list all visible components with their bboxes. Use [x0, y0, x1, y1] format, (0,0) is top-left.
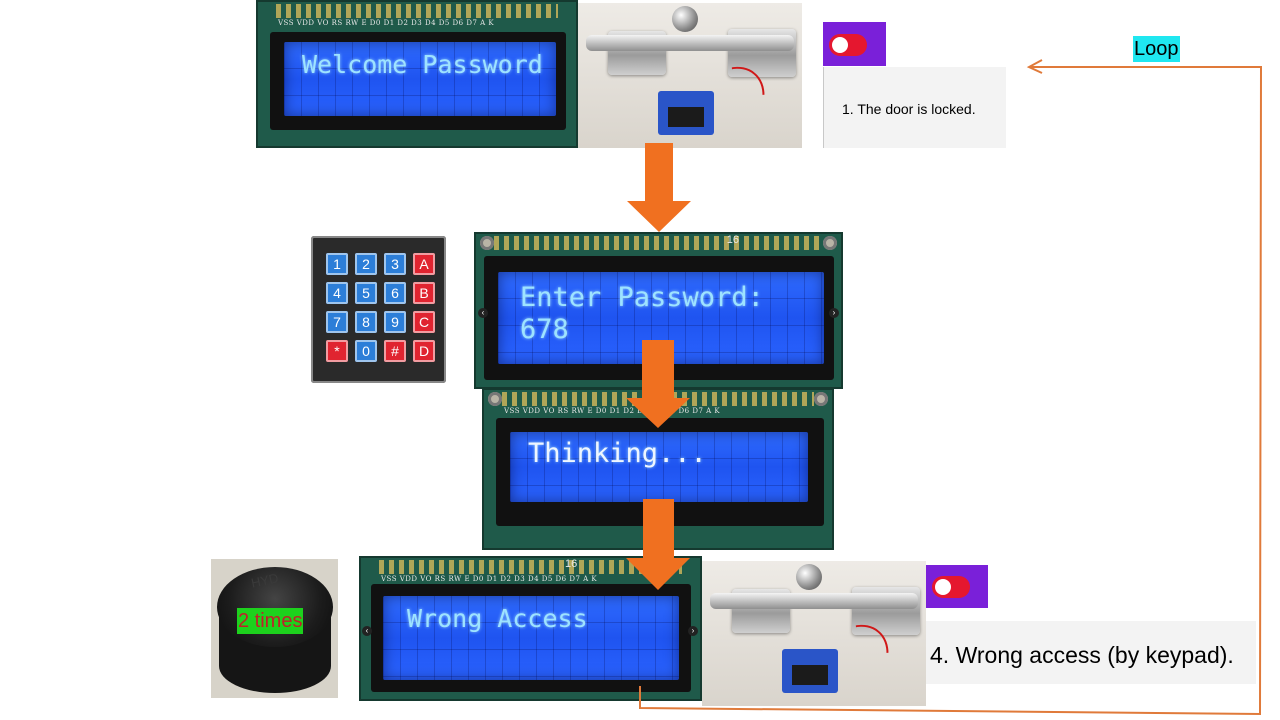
door-lock-photo-wrong-access — [702, 561, 926, 706]
step-4-note: 4. Wrong access (by keypad). — [926, 621, 1256, 684]
toggle-card-locked — [823, 22, 886, 66]
lcd-text-line-1: Wrong Access — [407, 604, 588, 633]
keypad-key-1[interactable]: 1 — [326, 253, 348, 275]
keypad-key-5[interactable]: 5 — [355, 282, 377, 304]
lock-bolt — [586, 35, 794, 51]
toggle-knob — [832, 37, 848, 53]
servo-label — [792, 665, 828, 685]
keypad-key-hash[interactable]: # — [384, 340, 406, 362]
lock-knob — [672, 6, 698, 32]
lcd-pin-number: 16 — [726, 234, 739, 246]
keypad-key-8[interactable]: 8 — [355, 311, 377, 333]
lcd-text-line-1: Enter Password: — [520, 282, 764, 313]
mount-hole — [814, 392, 828, 406]
carousel-prev-icon[interactable]: ‹ — [478, 308, 488, 318]
carousel-next-icon[interactable]: › — [688, 626, 698, 636]
carousel-prev-icon[interactable]: ‹ — [362, 626, 372, 636]
buzzer-photo: HYD 2 times — [211, 559, 338, 698]
keypad-key-6[interactable]: 6 — [384, 282, 406, 304]
mount-hole — [823, 236, 837, 250]
lcd-screen: Welcome Password — [284, 42, 556, 116]
lock-status-toggle[interactable] — [932, 576, 970, 598]
keypad-key-C[interactable]: C — [413, 311, 435, 333]
servo-label — [668, 107, 704, 127]
carousel-next-icon[interactable]: › — [829, 308, 839, 318]
keypad-key-2[interactable]: 2 — [355, 253, 377, 275]
lock-knob — [796, 564, 822, 590]
lcd-screen: Enter Password: 678 — [498, 272, 824, 364]
arrow-step-1-to-2 — [627, 143, 691, 232]
lcd-screen: Wrong Access — [383, 596, 679, 680]
lcd-text-line-1: Thinking... — [528, 438, 707, 469]
loop-label: Loop — [1133, 36, 1180, 62]
door-lock-photo-locked — [578, 3, 802, 148]
step-4-note-text: 4. Wrong access (by keypad). — [930, 642, 1234, 668]
lcd-pin-number: 16 — [565, 558, 578, 570]
lcd-text-line-1: Welcome Password — [302, 50, 543, 79]
lcd-pin-labels: VSS VDD VO RS RW E D0 D1 D2 D3 D4 D5 D6 … — [504, 407, 721, 415]
lcd-enter-password: 16 Enter Password: 678 ‹ › — [474, 232, 843, 389]
toggle-knob — [935, 579, 951, 595]
lcd-text-line-2: 678 — [520, 314, 569, 345]
lock-bolt — [710, 593, 918, 609]
loop-arrowhead — [1026, 59, 1043, 74]
mount-hole — [488, 392, 502, 406]
keypad-key-7[interactable]: 7 — [326, 311, 348, 333]
lcd-thinking: VSS VDD VO RS RW E D0 D1 D2 D3 D4 D5 D6 … — [482, 388, 834, 550]
lcd-wrong-access: VSS VDD VO RS RW E D0 D1 D2 D3 D4 D5 D6 … — [359, 556, 702, 701]
lcd-pin-header — [379, 560, 682, 574]
lcd-screen: Thinking... — [510, 432, 808, 502]
lock-status-toggle[interactable] — [829, 34, 867, 56]
keypad-key-9[interactable]: 9 — [384, 311, 406, 333]
step-1-note: 1. The door is locked. — [823, 67, 1006, 148]
step-1-note-text: 1. The door is locked. — [842, 101, 976, 117]
lcd-pin-header — [494, 236, 823, 250]
keypad-key-4[interactable]: 4 — [326, 282, 348, 304]
keypad-4x4: 1 2 3 A 4 5 6 B 7 8 9 C * 0 # D — [311, 236, 446, 383]
keypad-key-3[interactable]: 3 — [384, 253, 406, 275]
keypad-key-B[interactable]: B — [413, 282, 435, 304]
lcd-pin-labels: VSS VDD VO RS RW E D0 D1 D2 D3 D4 D5 D6 … — [278, 19, 495, 27]
lcd-pin-header — [276, 4, 558, 18]
buzzer-count-label: 2 times — [237, 608, 304, 634]
keypad-key-A[interactable]: A — [413, 253, 435, 275]
keypad-key-star[interactable]: * — [326, 340, 348, 362]
toggle-card-wrong-access — [926, 565, 988, 608]
keypad-key-0[interactable]: 0 — [355, 340, 377, 362]
lcd-welcome: VSS VDD VO RS RW E D0 D1 D2 D3 D4 D5 D6 … — [256, 0, 578, 148]
lcd-pin-labels: VSS VDD VO RS RW E D0 D1 D2 D3 D4 D5 D6 … — [381, 575, 598, 583]
mount-hole — [480, 236, 494, 250]
lcd-pin-header — [502, 392, 814, 406]
keypad-key-D[interactable]: D — [413, 340, 435, 362]
